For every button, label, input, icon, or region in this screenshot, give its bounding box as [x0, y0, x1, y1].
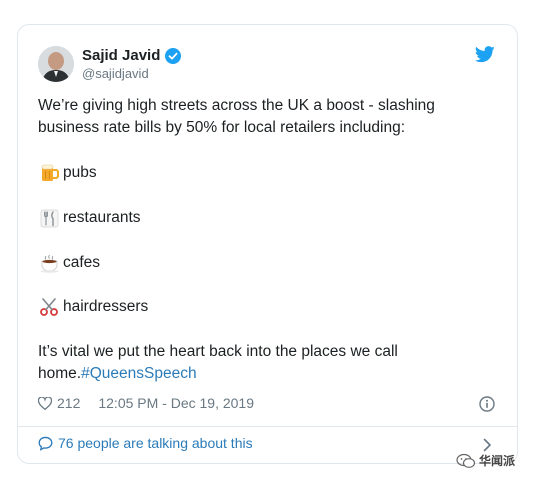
coffee-icon — [39, 253, 60, 273]
tweet-closing: It’s vital we put the heart back into th… — [38, 341, 498, 385]
twitter-bird-icon[interactable] — [474, 46, 495, 63]
watermark: 华闻派 — [456, 452, 515, 469]
fork-knife-icon — [39, 208, 60, 228]
talking-count[interactable]: 76 people are talking about this — [58, 435, 253, 451]
info-icon[interactable] — [479, 396, 495, 412]
avatar[interactable] — [38, 46, 74, 82]
list-item: pubs — [39, 162, 97, 184]
list-item-label: restaurants — [63, 209, 141, 226]
wechat-icon — [456, 453, 476, 469]
like-count[interactable]: 212 — [57, 395, 80, 411]
list-item-label: cafes — [63, 254, 101, 271]
tweet-intro-text: We’re giving high streets across the UK … — [38, 97, 435, 136]
divider — [18, 426, 517, 427]
tweet-timestamp[interactable]: 12:05 PM - Dec 19, 2019 — [98, 395, 254, 411]
chevron-right-icon[interactable] — [483, 438, 492, 452]
list-item-label: pubs — [63, 164, 97, 181]
author-handle[interactable]: @sajidjavid — [82, 66, 149, 81]
conversation-link[interactable]: 76 people are talking about this — [38, 435, 253, 451]
list-item: restaurants — [39, 207, 141, 229]
hashtag-link[interactable]: #QueensSpeech — [81, 365, 196, 382]
author-name[interactable]: Sajid Javid — [82, 47, 160, 64]
beer-mug-icon — [39, 163, 60, 183]
list-item: cafes — [39, 252, 100, 274]
list-item-label: hairdressers — [63, 298, 149, 315]
author-row: Sajid Javid — [82, 47, 182, 64]
list-item: hairdressers — [39, 296, 148, 318]
tweet-intro: We’re giving high streets across the UK … — [38, 95, 498, 139]
tweet-meta: 212 12:05 PM - Dec 19, 2019 — [37, 395, 254, 411]
tweet-card: Sajid Javid @sajidjavid We’re giving hig… — [17, 24, 518, 464]
heart-icon[interactable] — [37, 395, 53, 410]
watermark-text: 华闻派 — [479, 454, 516, 468]
verified-badge-icon — [165, 47, 182, 64]
speech-bubble-icon — [38, 436, 53, 451]
scissors-icon — [39, 297, 60, 317]
